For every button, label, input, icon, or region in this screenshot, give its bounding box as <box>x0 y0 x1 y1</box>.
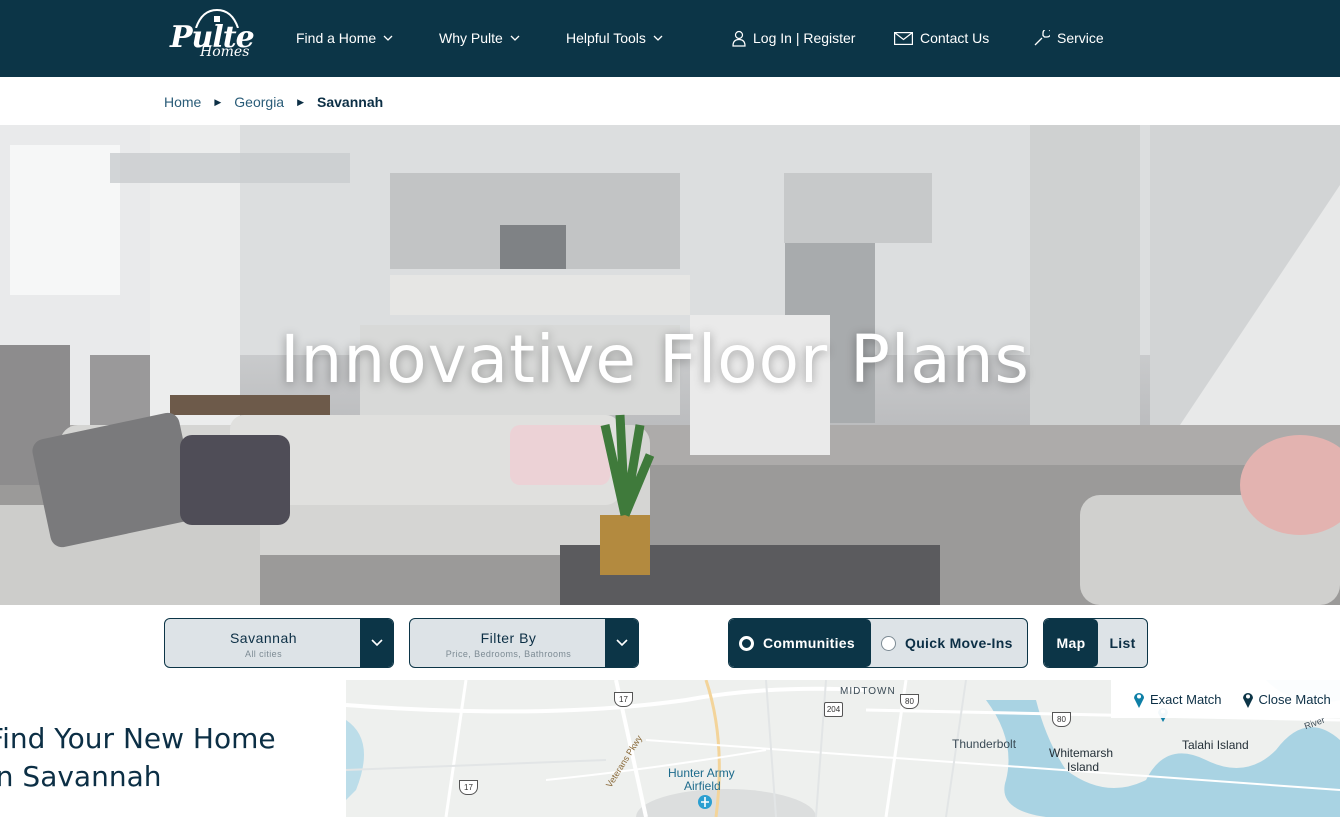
logo-subtext: Homes <box>200 44 250 60</box>
service-link[interactable]: Service <box>1033 28 1104 48</box>
nav-why-pulte-label: Why Pulte <box>439 30 503 46</box>
nav-helpful-tools[interactable]: Helpful Tools <box>566 28 663 48</box>
map-legend: Exact Match Close Match <box>1111 680 1340 718</box>
communities-option-label: Communities <box>763 635 855 651</box>
chevron-down-icon <box>653 35 663 41</box>
route-17-shield-south: 17 <box>459 780 478 795</box>
radio-selected-icon <box>739 635 754 651</box>
map-label-thunderbolt: Thunderbolt <box>952 737 1017 751</box>
map-view-button[interactable]: Map <box>1044 619 1098 667</box>
envelope-icon <box>894 31 913 45</box>
contact-us-label: Contact Us <box>920 30 990 46</box>
result-type-toggle: Communities Quick Move-Ins <box>728 618 1028 668</box>
map-pin-blue-icon <box>1134 692 1144 708</box>
legend-close-match-label: Close Match <box>1258 691 1331 707</box>
chevron-down-icon <box>370 639 383 647</box>
hero-banner-image: Innovative Floor Plans <box>0 125 1340 605</box>
page-heading-line1: Find Your New Home <box>0 722 276 755</box>
community-map[interactable]: 17 80 204 80 17 MIDTOWN Thunderbolt Whit… <box>346 680 1340 817</box>
filter-dropdown-toggle[interactable] <box>605 619 638 667</box>
route-204-shield: 204 <box>824 702 843 717</box>
service-label: Service <box>1057 30 1104 46</box>
route-17-shield: 17 <box>614 692 633 707</box>
map-label-talahi-island: Talahi Island <box>1182 738 1249 752</box>
page-heading-line2: in Savannah <box>0 760 162 793</box>
map-label-whitemarsh-island: Island <box>1067 760 1100 774</box>
list-view-button[interactable]: List <box>1098 619 1147 667</box>
filter-dropdown[interactable]: Filter By Price, Bedrooms, Bathrooms <box>409 618 639 668</box>
legend-close-match: Close Match <box>1242 691 1331 708</box>
pulte-homes-logo[interactable]: Pulte Homes <box>168 8 258 66</box>
login-register-link[interactable]: Log In | Register <box>732 28 855 48</box>
route-80-shield-east: 80 <box>1052 712 1071 727</box>
map-label-whitemarsh: Whitemarsh <box>1049 746 1114 760</box>
login-register-label: Log In | Register <box>753 30 856 46</box>
breadcrumb-arrow-icon: ▶ <box>214 96 222 107</box>
route-80-shield: 80 <box>900 694 919 709</box>
breadcrumb: Home ▶ Georgia ▶ Savannah <box>164 92 383 112</box>
legend-exact-match: Exact Match <box>1133 691 1222 708</box>
map-label-midtown: MIDTOWN <box>840 686 896 697</box>
map-label-airfield: Airfield <box>684 779 721 793</box>
breadcrumb-home[interactable]: Home <box>164 94 201 110</box>
map-label-hunter-army: Hunter Army <box>668 766 735 780</box>
top-navigation-bar: Pulte Homes Find a Home Why Pulte Helpfu… <box>0 0 1340 77</box>
hero-title: Innovative Floor Plans <box>280 321 1030 398</box>
location-dropdown-value: Savannah <box>229 630 298 646</box>
filter-dropdown-label: Filter By <box>480 630 537 646</box>
chevron-down-icon <box>383 35 393 41</box>
quick-move-ins-option-label: Quick Move-Ins <box>905 635 1013 651</box>
location-dropdown-subtext: All cities <box>244 649 282 659</box>
quick-move-ins-option[interactable]: Quick Move-Ins <box>871 619 1027 667</box>
breadcrumb-georgia[interactable]: Georgia <box>234 94 284 110</box>
location-dropdown[interactable]: Savannah All cities <box>164 618 394 668</box>
chevron-down-icon <box>615 639 628 647</box>
breadcrumb-current: Savannah <box>317 94 384 110</box>
map-pin-navy-icon <box>1242 692 1253 708</box>
nav-why-pulte[interactable]: Why Pulte <box>439 28 520 48</box>
contact-us-link[interactable]: Contact Us <box>894 28 989 48</box>
breadcrumb-arrow-icon: ▶ <box>297 96 305 107</box>
nav-find-a-home-label: Find a Home <box>296 30 377 46</box>
radio-unselected-icon <box>881 635 896 651</box>
view-toggle: Map List <box>1043 618 1148 668</box>
nav-helpful-tools-label: Helpful Tools <box>566 30 646 46</box>
location-dropdown-toggle[interactable] <box>360 619 393 667</box>
legend-exact-match-label: Exact Match <box>1150 691 1222 707</box>
user-icon <box>732 30 746 47</box>
nav-find-a-home[interactable]: Find a Home <box>296 28 393 48</box>
filter-dropdown-subtext: Price, Bedrooms, Bathrooms <box>445 649 572 659</box>
chevron-down-icon <box>510 35 520 41</box>
wrench-icon <box>1034 29 1050 45</box>
communities-option[interactable]: Communities <box>729 619 871 667</box>
airport-icon <box>698 795 712 809</box>
page-heading: Find Your New Home in Savannah <box>0 720 276 796</box>
